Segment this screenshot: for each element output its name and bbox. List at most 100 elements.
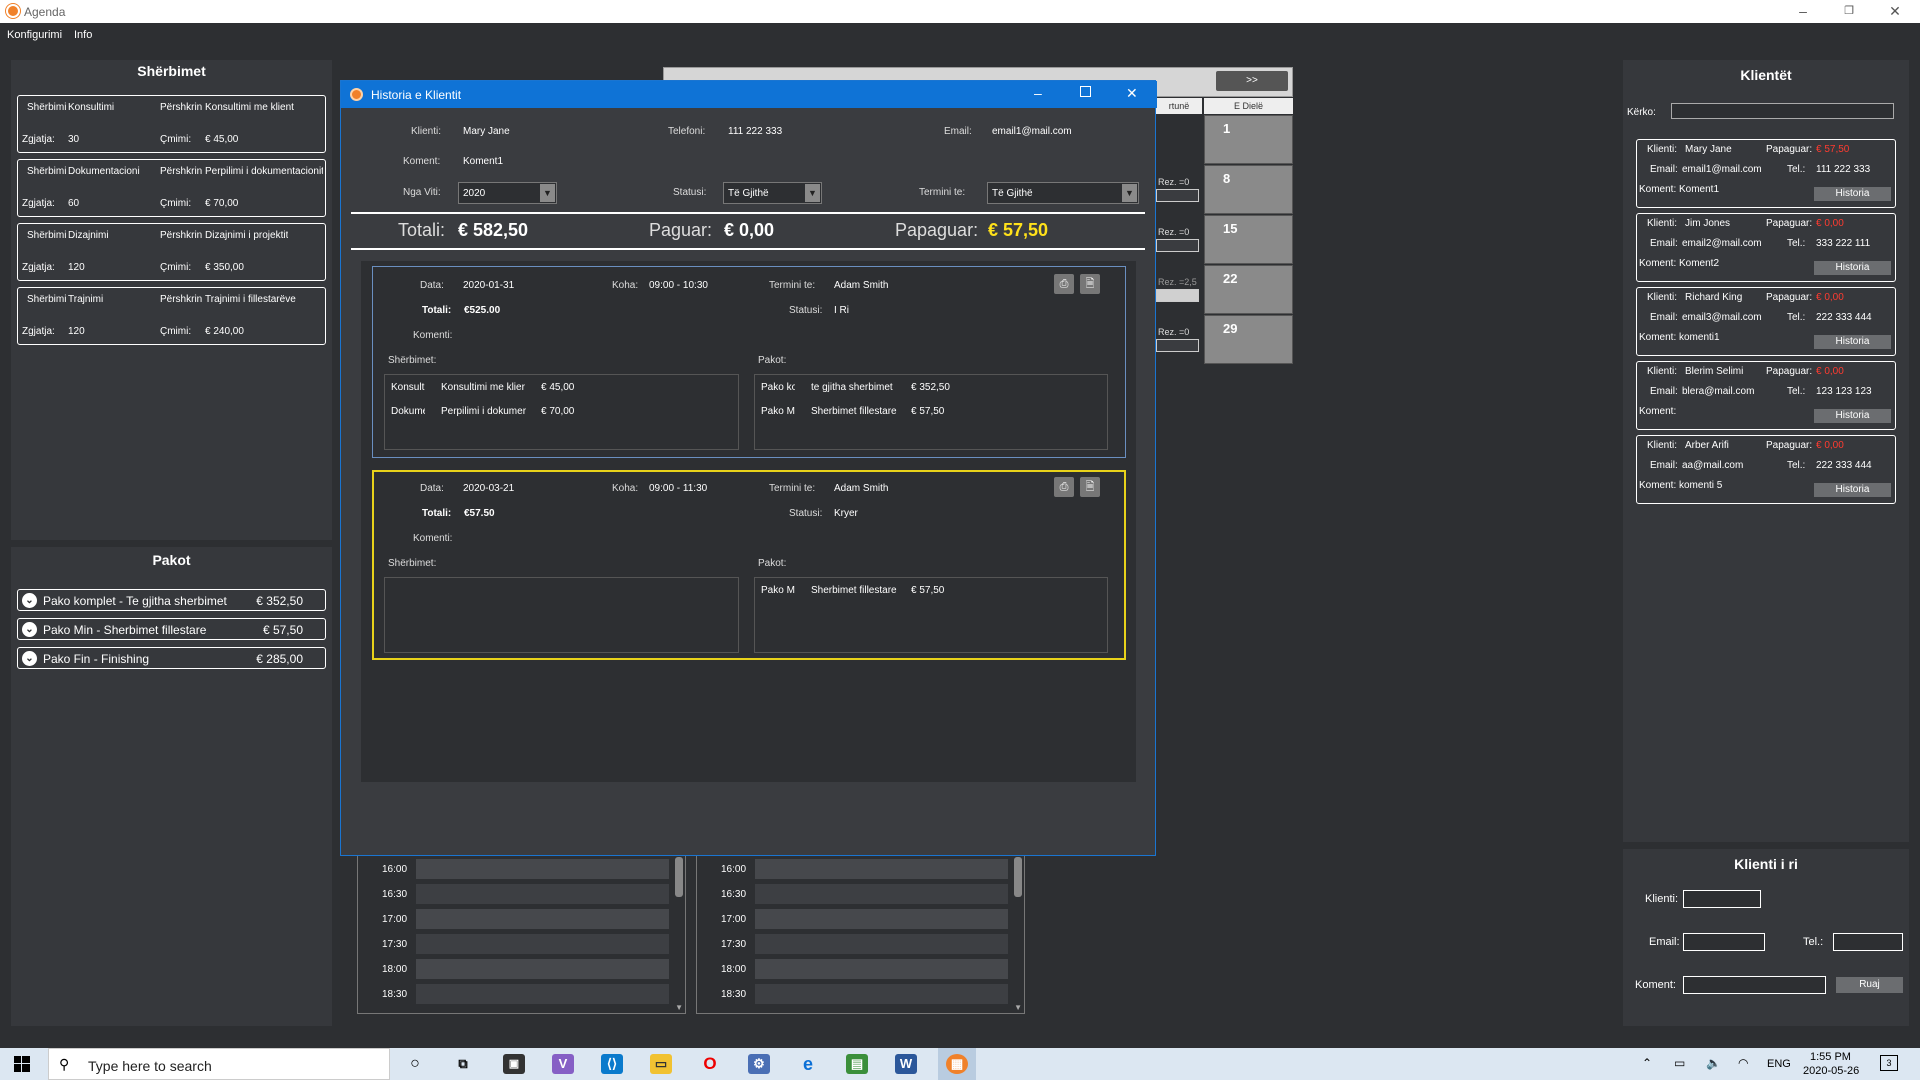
schedule-slot[interactable]: 17:00 [697,909,1024,930]
cortana-icon[interactable]: ○ [404,1054,426,1074]
slot-bar[interactable] [416,859,669,879]
new-client-comment-input[interactable] [1683,976,1826,994]
scrollbar-thumb[interactable] [1014,857,1022,897]
dialog-minimize-icon[interactable]: – [1034,85,1042,101]
chevron-down-icon[interactable]: ▼ [540,184,555,202]
minimize-icon[interactable]: – [1780,0,1826,23]
slot-bar[interactable] [416,959,669,979]
schedule-list-2[interactable]: 16:00 16:30 17:00 17:30 18:00 18:30 ▼ [696,846,1025,1014]
reservation-box[interactable] [1156,339,1199,352]
new-client-name-input[interactable] [1683,890,1761,908]
network-tool-icon[interactable]: ⚙ [748,1054,770,1074]
schedule-slot[interactable]: 18:00 [697,959,1024,980]
reservation-box[interactable] [1156,289,1199,302]
slot-bar[interactable] [416,884,669,904]
appointment-card-selected[interactable]: Data: 2020-03-21 Koha: 09:00 - 11:30 Ter… [372,470,1126,660]
chevron-down-icon[interactable]: ⌄ [22,651,37,666]
reservation-box[interactable] [1156,189,1199,202]
slot-bar[interactable] [755,884,1008,904]
client-card[interactable]: Klienti: Jim Jones Papaguar: € 0,00 Email: em… [1636,213,1896,282]
slot-bar[interactable] [416,934,669,954]
next-month-button[interactable]: >> [1216,71,1288,91]
history-button[interactable]: Historia [1814,335,1891,349]
appointment-card[interactable]: Data: 2020-01-31 Koha: 09:00 - 10:30 Ter… [372,266,1126,458]
scroll-down-icon[interactable]: ▼ [675,1003,683,1012]
client-card[interactable]: Klienti: Mary Jane Papaguar: € 57,50 Email: e… [1636,139,1896,208]
chevron-down-icon[interactable]: ⌄ [22,622,37,637]
calendar-day-cell[interactable]: 22 [1204,265,1293,314]
history-button[interactable]: Historia [1814,409,1891,423]
slot-bar[interactable] [755,859,1008,879]
wifi-icon[interactable]: ◠ [1738,1056,1748,1070]
schedule-slot[interactable]: 18:30 [358,984,685,1005]
agenda-taskbar-active[interactable]: ▦ [938,1048,976,1080]
package-item[interactable]: ⌄ Pako Fin - Finishing € 285,00 [17,647,326,669]
schedule-slot[interactable]: 17:30 [358,934,685,955]
package-item[interactable]: ⌄ Pako komplet - Te gjitha sherbimet € 352… [17,589,326,611]
word-icon[interactable]: W [895,1054,917,1074]
history-button[interactable]: Historia [1814,261,1891,275]
calendar-day-cell[interactable]: 8 [1204,165,1293,214]
slot-bar[interactable] [755,959,1008,979]
slot-bar[interactable] [755,984,1008,1004]
service-card[interactable]: Shërbimi Konsultimi Përshkrin Konsultimi me… [17,95,326,153]
taskbar-search-box[interactable]: ⚲ Type here to search [48,1048,390,1080]
chevron-down-icon[interactable]: ▼ [805,184,820,202]
schedule-slot[interactable]: 18:00 [358,959,685,980]
slot-bar[interactable] [755,909,1008,929]
new-client-email-input[interactable] [1683,933,1765,951]
client-card[interactable]: Klienti: Richard King Papaguar: € 0,00 Email… [1636,287,1896,356]
dialog-close-icon[interactable]: ✕ [1126,85,1138,102]
scroll-down-icon[interactable]: ▼ [1014,1003,1022,1012]
visual-studio-icon[interactable]: V [552,1054,574,1074]
document-icon[interactable]: 🗎 [1080,274,1100,294]
status-select[interactable]: Të Gjithë ▼ [723,182,822,204]
volume-icon[interactable]: 🔈 [1706,1056,1721,1070]
schedule-slot[interactable]: 16:30 [697,884,1024,905]
chevron-down-icon[interactable]: ▼ [1122,184,1137,202]
scrollbar-thumb[interactable] [675,857,683,897]
file-explorer-icon[interactable]: ▭ [650,1054,672,1074]
client-search-input[interactable] [1671,103,1894,119]
windows-start-icon[interactable] [14,1056,30,1072]
close-icon[interactable]: ✕ [1872,0,1918,23]
vscode-icon[interactable]: ⟨⟩ [601,1054,623,1074]
slot-bar[interactable] [755,934,1008,954]
service-card[interactable]: Shërbimi Dizajnimi Përshkrin Dizajnimi i pr… [17,223,326,281]
schedule-slot[interactable]: 16:30 [358,884,685,905]
year-select[interactable]: 2020 ▼ [458,182,557,204]
services-list[interactable] [384,577,739,653]
client-card[interactable]: Klienti: Arber Arifi Papaguar: € 0,00 Email:… [1636,435,1896,504]
term-select[interactable]: Të Gjithë ▼ [987,182,1139,204]
task-view-icon[interactable]: ⧉ [452,1054,474,1074]
schedule-slot[interactable]: 17:30 [697,934,1024,955]
clock-date[interactable]: 2020-05-26 [1803,1065,1859,1077]
calendar-day-cell[interactable]: 1 [1204,115,1293,164]
chevron-down-icon[interactable]: ⌄ [22,593,37,608]
client-card[interactable]: Klienti: Blerim Selimi Papaguar: € 0,00 Emai… [1636,361,1896,430]
clock-time[interactable]: 1:55 PM [1810,1051,1851,1063]
slot-bar[interactable] [416,984,669,1004]
language-indicator[interactable]: ENG [1767,1058,1791,1070]
schedule-slot[interactable]: 18:30 [697,984,1024,1005]
notification-icon[interactable]: 3 [1880,1055,1898,1071]
schedule-slot[interactable]: 16:00 [358,859,685,880]
schedule-list-1[interactable]: 16:00 16:30 17:00 17:30 18:00 18:30 ▼ [357,846,686,1014]
calendar-day-cell[interactable]: 29 [1204,315,1293,364]
chevron-up-icon[interactable]: ⌃ [1642,1056,1652,1070]
calendar-day-cell[interactable]: 15 [1204,215,1293,264]
store-icon[interactable]: ▣ [503,1054,525,1074]
print-icon[interactable]: ⎙ [1054,477,1074,497]
service-card[interactable]: Shërbimi Dokumentacioni Përshkrin Perpilimi… [17,159,326,217]
history-button[interactable]: Historia [1814,187,1891,201]
chart-app-icon[interactable]: ▤ [846,1054,868,1074]
edge-icon[interactable]: e [797,1054,819,1074]
reservation-box[interactable] [1156,239,1199,252]
battery-icon[interactable]: ▭ [1674,1056,1685,1070]
menu-konfigurimi[interactable]: Konfigurimi [7,29,62,41]
dialog-maximize-icon[interactable] [1080,86,1091,97]
save-button[interactable]: Ruaj [1836,977,1903,993]
restore-icon[interactable]: ❐ [1826,0,1872,23]
history-button[interactable]: Historia [1814,483,1891,497]
new-client-tel-input[interactable] [1833,933,1903,951]
